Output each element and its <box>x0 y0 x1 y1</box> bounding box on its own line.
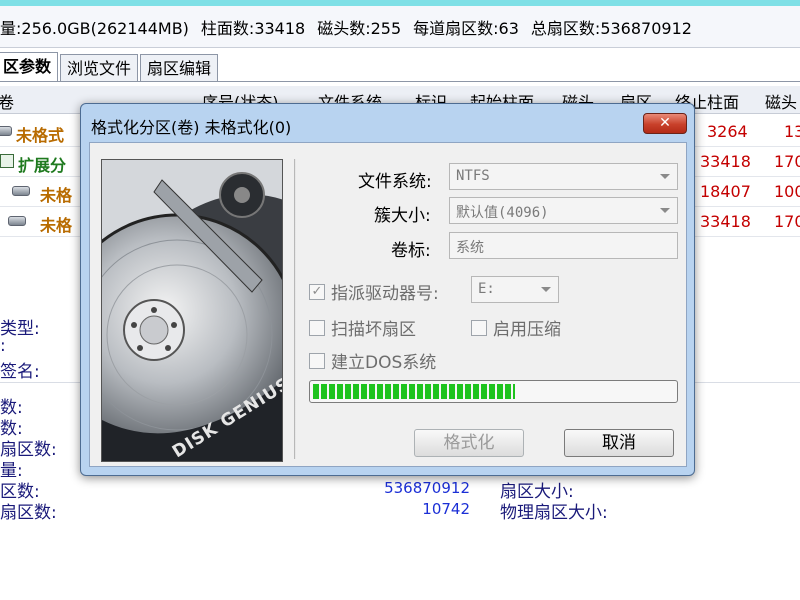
assign-drive-label: 指派驱动器号: <box>331 284 439 304</box>
detail-label-physical-sectors: 扇区数: <box>0 503 57 523</box>
extended-partition-icon <box>0 154 14 168</box>
chevron-down-icon <box>660 208 670 213</box>
end-cylinder-cell: 18407 <box>700 182 751 201</box>
dialog-title: 格式化分区(卷) 未格式化(0) <box>91 118 292 137</box>
cluster-size-label: 簇大小: <box>374 206 431 226</box>
cluster-size-select[interactable]: 默认值(4096) <box>449 197 678 224</box>
hard-disk-illustration <box>102 160 282 461</box>
partition-disk-icon <box>12 186 30 196</box>
end-head-cell: 13 <box>784 122 800 141</box>
format-partition-dialog: 格式化分区(卷) 未格式化(0) ✕ DISK GENIUS 文件系统: NTF… <box>80 103 695 476</box>
checkbox-box <box>471 319 487 336</box>
end-cylinder-cell: 33418 <box>700 212 751 231</box>
col-volume[interactable]: 卷 <box>0 89 14 113</box>
tab-partition-params[interactable]: 区参数 <box>0 52 59 82</box>
dialog-body: DISK GENIUS 文件系统: NTFS 簇大小: 默认值(4096) 卷标… <box>89 142 687 467</box>
hard-disk-image: DISK GENIUS <box>101 159 283 462</box>
check-icon: ✓ <box>309 283 325 300</box>
detail-label-signature: 签名: <box>0 362 40 382</box>
cluster-size-value: 默认值(4096) <box>456 205 549 221</box>
disk-info-bar: 量:256.0GB(262144MB) 柱面数:33418 磁头数:255 每道… <box>0 6 800 48</box>
detail-label-type: 类型: <box>0 319 40 339</box>
scan-bad-sectors-label: 扫描坏扇区 <box>331 320 416 340</box>
volume-label-label: 卷标: <box>391 241 431 261</box>
close-button[interactable]: ✕ <box>643 113 687 134</box>
format-button[interactable]: 格式化 <box>414 429 524 457</box>
disk-heads: 磁头数:255 <box>317 18 402 38</box>
end-head-cell: 100 <box>774 182 800 201</box>
create-dos-label: 建立DOS系统 <box>331 353 437 373</box>
drive-letter-value: E: <box>478 281 495 297</box>
cancel-button[interactable]: 取消 <box>564 429 674 457</box>
end-head-cell: 170 <box>774 212 800 231</box>
partition-disk-icon <box>0 126 12 136</box>
partition-label: 未格 <box>40 186 73 205</box>
col-end-head[interactable]: 磁头 <box>765 89 797 113</box>
tabs-divider <box>0 81 800 82</box>
enable-compression-checkbox[interactable]: 启用压缩 <box>471 315 561 340</box>
enable-compression-label: 启用压缩 <box>493 320 561 340</box>
dialog-separator <box>294 159 296 459</box>
partition-label: 未格式 <box>16 126 65 145</box>
disk-cylinders: 柱面数:33418 <box>200 18 306 38</box>
partition-disk-icon <box>8 216 26 226</box>
end-cylinder-cell: 33418 <box>700 152 751 171</box>
chevron-down-icon <box>660 174 670 179</box>
partition-label: 扩展分 <box>18 156 67 175</box>
checkbox-box <box>309 319 325 336</box>
filesystem-value: NTFS <box>456 168 490 184</box>
checkbox-box <box>309 352 325 369</box>
physical-sector-size-label: 物理扇区大小: <box>500 503 608 523</box>
format-progress-fill <box>313 384 516 399</box>
filesystem-select[interactable]: NTFS <box>449 163 678 190</box>
assign-drive-checkbox[interactable]: ✓ 指派驱动器号: <box>309 279 439 304</box>
drive-letter-select[interactable]: E: <box>471 276 559 303</box>
scan-bad-sectors-checkbox[interactable]: 扫描坏扇区 <box>309 315 416 340</box>
close-icon: ✕ <box>659 115 671 131</box>
end-head-cell: 170 <box>774 152 800 171</box>
total-sectors-value: 536870912 <box>384 479 470 497</box>
tab-browse-files[interactable]: 浏览文件 <box>60 54 139 82</box>
end-cylinder-cell: 3264 <box>707 122 748 141</box>
disk-sectors-per-track: 每道扇区数:63 <box>413 18 519 38</box>
physical-sectors-value: 10742 <box>422 500 470 518</box>
volume-label-value: 系统 <box>456 240 484 256</box>
tab-bar: 区参数 浏览文件 扇区编辑 <box>0 52 220 82</box>
detail-label: : <box>0 336 6 356</box>
chevron-down-icon <box>541 287 551 292</box>
volume-label-input[interactable]: 系统 <box>449 232 678 259</box>
disk-total-sectors: 总扇区数:536870912 <box>530 18 692 38</box>
partition-label: 未格 <box>40 216 73 235</box>
filesystem-label: 文件系统: <box>358 172 432 192</box>
tab-sector-edit[interactable]: 扇区编辑 <box>140 54 219 82</box>
disk-capacity: 量:256.0GB(262144MB) <box>0 18 189 38</box>
format-progress-bar <box>309 380 678 403</box>
create-dos-checkbox[interactable]: 建立DOS系统 <box>309 348 436 373</box>
